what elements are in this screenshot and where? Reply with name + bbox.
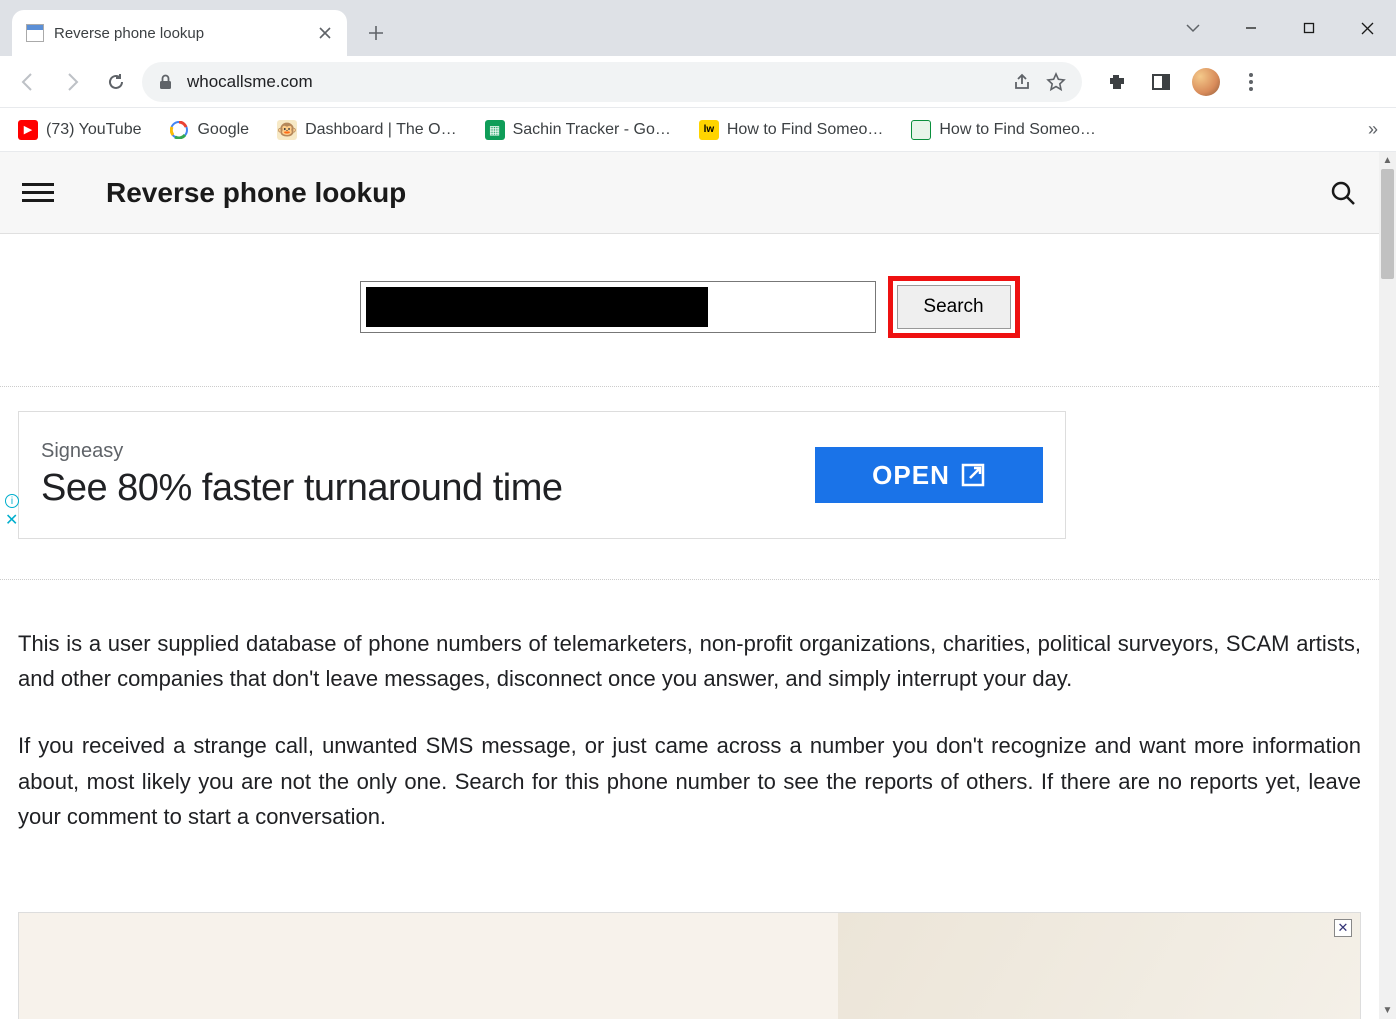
description-paragraph: This is a user supplied database of phon… bbox=[18, 626, 1361, 696]
address-bar[interactable]: whocallsme.com bbox=[142, 62, 1082, 102]
extensions-icon[interactable] bbox=[1104, 69, 1130, 95]
bookmark-label: Google bbox=[197, 121, 249, 139]
close-window-button[interactable] bbox=[1338, 8, 1396, 48]
search-button-label: Search bbox=[923, 296, 983, 318]
vertical-scrollbar[interactable]: ▲ ▼ bbox=[1379, 152, 1396, 1019]
bookmark-item[interactable]: How to Find Someo… bbox=[911, 120, 1096, 140]
search-button[interactable]: Search bbox=[897, 285, 1011, 329]
browser-toolbar: whocallsme.com bbox=[0, 56, 1396, 108]
site-header: Reverse phone lookup bbox=[0, 152, 1379, 234]
ad-headline: See 80% faster turnaround time bbox=[41, 467, 815, 510]
url-text: whocallsme.com bbox=[187, 72, 313, 92]
phone-search-input[interactable] bbox=[360, 281, 876, 333]
bookmark-item[interactable]: lwHow to Find Someo… bbox=[699, 120, 884, 140]
search-icon[interactable] bbox=[1329, 179, 1357, 207]
bookmark-label: (73) YouTube bbox=[46, 121, 141, 139]
back-button[interactable] bbox=[10, 64, 46, 100]
tab-close-button[interactable] bbox=[317, 25, 333, 41]
search-button-highlight: Search bbox=[888, 276, 1020, 338]
tab-title: Reverse phone lookup bbox=[54, 25, 307, 42]
window-titlebar: Reverse phone lookup bbox=[0, 0, 1396, 56]
page-content: Reverse phone lookup Search i ✕ Signeasy bbox=[0, 152, 1379, 1019]
scroll-down-button[interactable]: ▼ bbox=[1379, 1002, 1396, 1019]
bookmark-item[interactable]: Google bbox=[169, 120, 249, 140]
ad-info-icon[interactable]: i bbox=[5, 494, 19, 508]
ad-image bbox=[838, 913, 1360, 1019]
bookmark-label: How to Find Someo… bbox=[939, 121, 1096, 139]
ad-close-icon[interactable]: ✕ bbox=[5, 510, 18, 530]
bookmark-label: Sachin Tracker - Go… bbox=[513, 121, 671, 139]
bookmark-label: How to Find Someo… bbox=[727, 121, 884, 139]
bookmark-item[interactable]: ▦Sachin Tracker - Go… bbox=[485, 120, 671, 140]
tab-favicon bbox=[26, 24, 44, 42]
scroll-thumb[interactable] bbox=[1381, 169, 1394, 279]
new-tab-button[interactable] bbox=[359, 16, 393, 50]
bookmark-item[interactable]: 🐵Dashboard | The O… bbox=[277, 120, 457, 140]
hamburger-menu-button[interactable] bbox=[22, 177, 54, 209]
redacted-input-value bbox=[366, 287, 708, 327]
maximize-button[interactable] bbox=[1280, 8, 1338, 48]
bookmarks-overflow-button[interactable]: » bbox=[1368, 119, 1378, 140]
forward-button[interactable] bbox=[54, 64, 90, 100]
page-title: Reverse phone lookup bbox=[106, 177, 406, 209]
description-area: This is a user supplied database of phon… bbox=[0, 580, 1379, 912]
bookmarks-bar: ▶(73) YouTube Google 🐵Dashboard | The O…… bbox=[0, 108, 1396, 152]
chrome-menu-button[interactable] bbox=[1238, 69, 1264, 95]
ad-close-icon[interactable]: ✕ bbox=[1334, 919, 1352, 937]
bookmark-item[interactable]: ▶(73) YouTube bbox=[18, 120, 141, 140]
profile-avatar[interactable] bbox=[1192, 68, 1220, 96]
chevron-down-icon[interactable] bbox=[1164, 8, 1222, 48]
minimize-button[interactable] bbox=[1222, 8, 1280, 48]
reload-button[interactable] bbox=[98, 64, 134, 100]
bottom-ad-banner[interactable]: ✕ bbox=[18, 912, 1361, 1019]
star-icon[interactable] bbox=[1046, 72, 1066, 92]
ad-brand: Signeasy bbox=[41, 440, 815, 463]
bookmark-label: Dashboard | The O… bbox=[305, 121, 457, 139]
search-row: Search bbox=[0, 234, 1379, 387]
share-icon[interactable] bbox=[1012, 72, 1032, 92]
scroll-up-button[interactable]: ▲ bbox=[1379, 152, 1396, 169]
browser-tab[interactable]: Reverse phone lookup bbox=[12, 10, 347, 56]
window-controls bbox=[1164, 0, 1396, 56]
open-external-icon bbox=[960, 462, 986, 488]
ad-container: i ✕ Signeasy See 80% faster turnaround t… bbox=[0, 387, 1379, 580]
description-paragraph: If you received a strange call, unwanted… bbox=[18, 728, 1361, 834]
ad-open-button[interactable]: OPEN bbox=[815, 447, 1043, 503]
lock-icon bbox=[158, 74, 173, 90]
ad-banner[interactable]: i ✕ Signeasy See 80% faster turnaround t… bbox=[18, 411, 1066, 539]
ad-cta-label: OPEN bbox=[872, 460, 950, 491]
sidepanel-icon[interactable] bbox=[1148, 69, 1174, 95]
